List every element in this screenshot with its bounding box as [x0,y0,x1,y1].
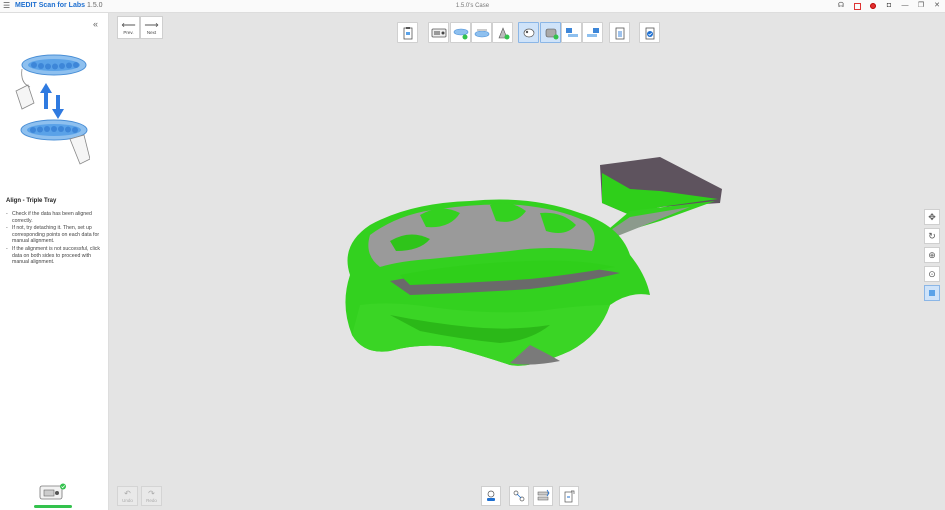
export-data-button[interactable] [559,486,579,506]
swap-icon [537,489,550,501]
camera-icon[interactable]: ◘ [885,2,893,10]
window-controls: ☊ ◘ — ❐ ✕ [837,0,941,12]
align-check-icon [545,28,558,39]
arrow-left-icon: ⟵ [121,19,136,31]
next-button[interactable]: ⟶ Next [140,16,163,39]
minimize-icon[interactable]: — [901,2,909,10]
restore-icon[interactable]: ❐ [917,2,925,10]
instruction-list: Check if the data has been aligned corre… [6,211,102,267]
detach-data-button[interactable] [481,486,501,506]
section-title: Align - Triple Tray [6,198,57,204]
next-label: Next [146,29,157,35]
case-name: 1.5.0's Case [455,3,490,9]
tool-case-info[interactable] [397,22,418,43]
instruction-item: If the alignment is not successful, clic… [6,246,102,266]
swap-data-button[interactable] [533,486,553,506]
zoom-in-button[interactable]: ⊕ [924,247,940,263]
record-icon[interactable] [869,2,877,10]
tool-scan-occlusion[interactable] [492,22,513,43]
clipboard-settings-icon [615,27,624,39]
triple-tray-illustration-icon [15,54,90,165]
redo-label: Redo [146,497,157,503]
rotate-icon: ↻ [928,230,936,241]
document-export-icon [564,490,575,503]
zoom-in-icon: ⊕ [928,249,936,260]
align-data-icon [523,28,534,37]
lower-tray-scan-icon [474,28,489,37]
tool-scanner[interactable] [428,22,449,43]
step-navigation: ⟵ Prev. ⟶ Next [117,16,163,39]
tool-align-check[interactable] [540,22,561,43]
close-icon[interactable]: ✕ [933,2,941,10]
undo-label: Undo [122,497,133,503]
view-cube-icon [929,290,935,296]
trim-upper-icon [565,27,578,37]
headset-icon[interactable]: ☊ [837,2,845,10]
manual-align-button[interactable] [509,486,529,506]
detach-icon [487,490,495,501]
rotate-tool-button[interactable]: ↻ [924,228,940,244]
zoom-fit-icon: ⊙ [928,268,936,279]
left-panel: « Align - Triple Tray Check if the data … [0,13,109,510]
collapse-panel-icon[interactable]: « [93,19,98,29]
prev-button[interactable]: ⟵ Prev. [117,16,140,39]
undo-icon: ↶ [124,488,131,498]
point-align-icon [513,490,525,502]
title-bar: ☰ MEDIT Scan for Labs 1.5.0 1.5.0's Case… [0,0,945,13]
screen-capture-icon[interactable] [853,2,861,10]
complete-check-icon [645,27,654,39]
clipboard-icon [403,26,412,39]
tool-scan-maxilla[interactable] [450,22,471,43]
instruction-item: Check if the data has been aligned corre… [6,211,102,224]
prev-label: Prev. [123,29,134,35]
tool-settings[interactable] [609,22,630,43]
3d-scan-model[interactable] [330,155,730,375]
occlusion-scan-icon [498,26,509,39]
trim-lower-icon [586,27,599,37]
arrow-right-icon: ⟶ [144,19,159,31]
tool-edit-lower[interactable] [582,22,603,43]
redo-icon: ↷ [148,488,155,498]
instruction-item: If not, try detaching it. Then, set up c… [6,225,102,245]
scanner-icon [431,28,446,37]
pan-tool-button[interactable]: ✥ [924,209,940,225]
view-mode-button[interactable] [924,285,940,301]
undo-button[interactable]: ↶ Undo [117,486,138,506]
tool-complete[interactable] [639,22,660,43]
tool-align[interactable] [518,22,539,43]
scanner-device-icon[interactable] [38,483,68,501]
tool-edit-upper[interactable] [561,22,582,43]
redo-button[interactable]: ↷ Redo [141,486,162,506]
zoom-fit-button[interactable]: ⊙ [924,266,940,282]
scan-progress-bar [34,505,72,508]
move-icon: ✥ [928,211,936,222]
upper-tray-scan-icon [453,28,468,39]
tool-scan-mandible[interactable] [471,22,492,43]
